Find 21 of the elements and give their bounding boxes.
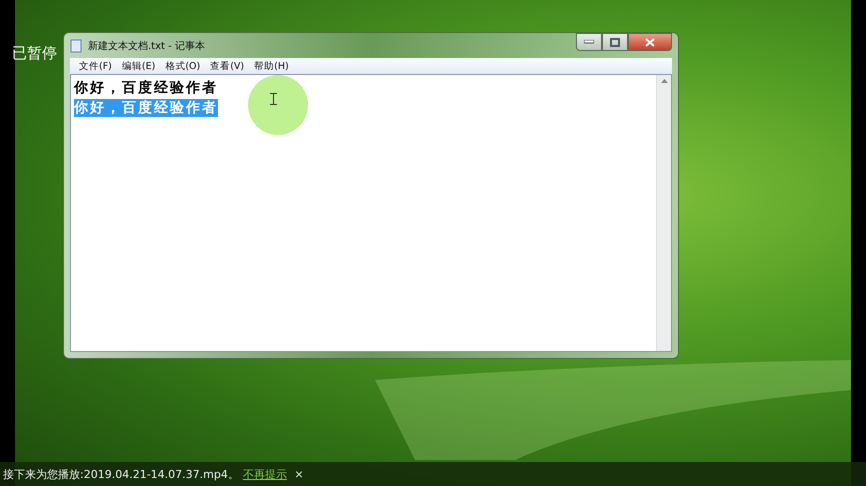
menu-item[interactable]: 文件(F) (74, 60, 117, 72)
minimize-icon (584, 40, 594, 44)
vertical-scrollbar[interactable] (656, 75, 671, 351)
text-cursor-icon (270, 93, 277, 105)
window-title: 新建文本文档.txt - 记事本 (88, 40, 206, 52)
maximize-button[interactable] (602, 33, 628, 51)
next-video-notice: 接下来为您播放:2019.04.21-14.07.37.mp4。 (3, 466, 239, 482)
close-icon (645, 38, 655, 46)
menu-item[interactable]: 查看(V) (205, 60, 250, 72)
menu-item[interactable]: 帮助(H) (249, 60, 294, 72)
scroll-up-arrow-icon[interactable] (660, 79, 668, 83)
close-notice-button[interactable]: × (290, 466, 308, 482)
menu-item[interactable]: 格式(O) (160, 60, 206, 72)
dont-remind-link[interactable]: 不再提示 (242, 466, 287, 482)
menu-item[interactable]: 编辑(E) (116, 60, 160, 72)
text-line: 你好，百度经验作者 (74, 79, 218, 97)
close-button[interactable] (628, 33, 672, 51)
notepad-icon (70, 38, 82, 52)
minimize-button[interactable] (576, 33, 602, 51)
pause-status: 已暂停 (12, 44, 57, 63)
maximize-icon (610, 38, 620, 46)
